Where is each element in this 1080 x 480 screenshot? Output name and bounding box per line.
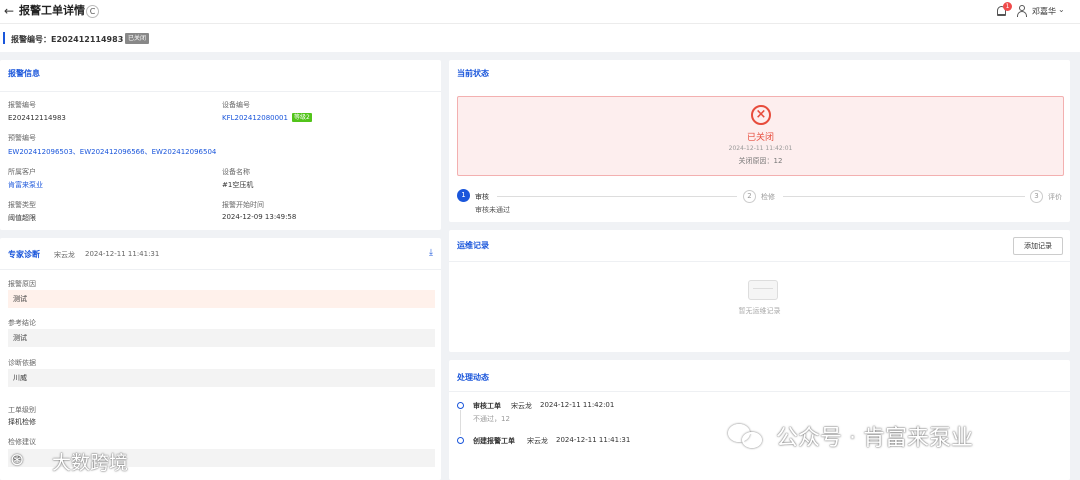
alarm-no-value: E202412114983 <box>8 114 66 122</box>
divider <box>449 391 1070 392</box>
step-2-label: 检修 <box>761 193 775 201</box>
page-title: 报警工单详情 <box>19 4 85 17</box>
chevron-down-icon[interactable]: ⌄ <box>1058 5 1065 14</box>
add-record-button[interactable]: 添加记录 <box>1013 237 1063 255</box>
cause-label: 报警原因 <box>8 280 36 288</box>
alarm-no-label: 报警编号 <box>8 101 36 109</box>
diagnosis-time: 2024-12-11 11:41:31 <box>85 250 160 258</box>
device-name-label: 设备名称 <box>222 168 250 176</box>
back-arrow-icon[interactable]: ← <box>4 4 14 18</box>
current-status-card: 当前状态 × 已关闭 2024-12-11 11:42:01 关闭原因：12 1… <box>449 60 1070 222</box>
empty-inbox-icon <box>748 280 778 300</box>
watermark-left-icon: ⊛ <box>10 450 25 470</box>
device-name-value: #1空压机 <box>222 181 254 189</box>
alarm-type-label: 报警类型 <box>8 201 36 209</box>
conclusion-label: 参考结论 <box>8 319 36 327</box>
alarm-number-bar: 报警编号：E202412114983 已关闭 <box>0 24 1080 52</box>
grade-badge: 等级2 <box>292 113 312 122</box>
download-icon[interactable]: ⤓ <box>429 248 433 258</box>
step-1-label: 审核 <box>475 193 489 201</box>
timeline-time: 2024-12-11 11:42:01 <box>540 401 615 409</box>
customer-label: 所属客户 <box>8 168 36 176</box>
current-status-title: 当前状态 <box>457 69 489 78</box>
status-badge: 已关闭 <box>125 33 150 44</box>
ops-record-card: 运维记录 添加记录 暂无运维记录 <box>449 230 1070 352</box>
step-connector <box>497 196 737 197</box>
timeline-dot <box>457 437 464 444</box>
closed-time: 2024-12-11 11:42:01 <box>728 145 793 152</box>
cause-field: 测试 <box>8 290 435 308</box>
refresh-icon[interactable]: C <box>86 5 99 18</box>
step-1-sub: 审核未通过 <box>475 206 510 214</box>
timeline-user: 宋云龙 <box>511 402 532 410</box>
timeline-time: 2024-12-11 11:41:31 <box>556 436 631 444</box>
alarm-info-title: 报警信息 <box>8 69 40 78</box>
warning-no-label: 预警编号 <box>8 134 36 142</box>
timeline-action: 审核工单 <box>473 402 501 410</box>
close-circle-icon: × <box>751 105 771 125</box>
customer-link[interactable]: 肯富来泵业 <box>8 180 43 190</box>
notification-badge: 1 <box>1003 2 1012 11</box>
timeline-user: 宋云龙 <box>527 437 548 445</box>
device-no-label: 设备编号 <box>222 101 250 109</box>
process-title: 处理动态 <box>457 373 489 382</box>
step-3-label: 评价 <box>1048 193 1062 201</box>
diagnosis-card: 专家诊断 宋云龙 2024-12-11 11:41:31 ⤓ 报警原因 测试 参… <box>0 238 441 480</box>
timeline-line <box>460 410 461 435</box>
accent-bar <box>3 32 5 44</box>
conclusion-field: 测试 <box>8 329 435 347</box>
divider <box>0 269 441 270</box>
alarm-number-label: 报警编号：E202412114983 <box>11 35 124 44</box>
suggest-label: 检修建议 <box>8 438 36 446</box>
closed-status-text: 已关闭 <box>746 133 774 143</box>
alarm-type-value: 阈值超限 <box>8 214 36 222</box>
step-3-number: 3 <box>1030 190 1043 203</box>
watermark-right: 公众号 · 肯富来泵业 <box>776 426 973 451</box>
start-time-value: 2024-12-09 13:49:58 <box>222 213 297 221</box>
timeline-note: 不通过，12 <box>473 415 510 423</box>
level-value: 择机检修 <box>8 418 36 426</box>
expert-name: 宋云龙 <box>54 251 75 259</box>
user-name[interactable]: 邓嘉华 <box>1032 6 1056 17</box>
divider <box>449 261 1070 262</box>
device-no-link[interactable]: KFL202412080001 <box>222 114 288 122</box>
closed-status-panel: × 已关闭 2024-12-11 11:42:01 关闭原因：12 <box>457 96 1064 176</box>
timeline-action: 创建报警工单 <box>473 437 515 445</box>
process-card: 处理动态 审核工单 宋云龙 2024-12-11 11:42:01 不通过，12… <box>449 360 1070 480</box>
step-connector <box>783 196 1025 197</box>
empty-text: 暂无运维记录 <box>738 307 781 315</box>
alarm-info-card: 报警信息 报警编号 E202412114983 设备编号 KFL20241208… <box>0 60 441 230</box>
watermark-left: 大数跨境 <box>52 452 129 474</box>
level-label: 工单级别 <box>8 406 36 414</box>
step-2-number: 2 <box>743 190 756 203</box>
user-icon <box>1017 5 1027 17</box>
warning-no-links[interactable]: EW202412096503、EW202412096566、EW20241209… <box>8 147 216 157</box>
timeline-dot <box>457 402 464 409</box>
divider <box>0 91 441 92</box>
closed-reason: 关闭原因：12 <box>738 157 783 165</box>
top-bar: ← 报警工单详情 C 1 邓嘉华 ⌄ <box>0 0 1080 24</box>
basis-label: 诊断依据 <box>8 359 36 367</box>
start-time-label: 报警开始时间 <box>222 201 264 209</box>
wechat-logo-icon <box>728 422 766 450</box>
ops-record-title: 运维记录 <box>457 241 489 250</box>
step-1-number: 1 <box>457 189 470 202</box>
basis-field: 川威 <box>8 369 435 387</box>
diagnosis-title: 专家诊断 <box>8 250 40 259</box>
